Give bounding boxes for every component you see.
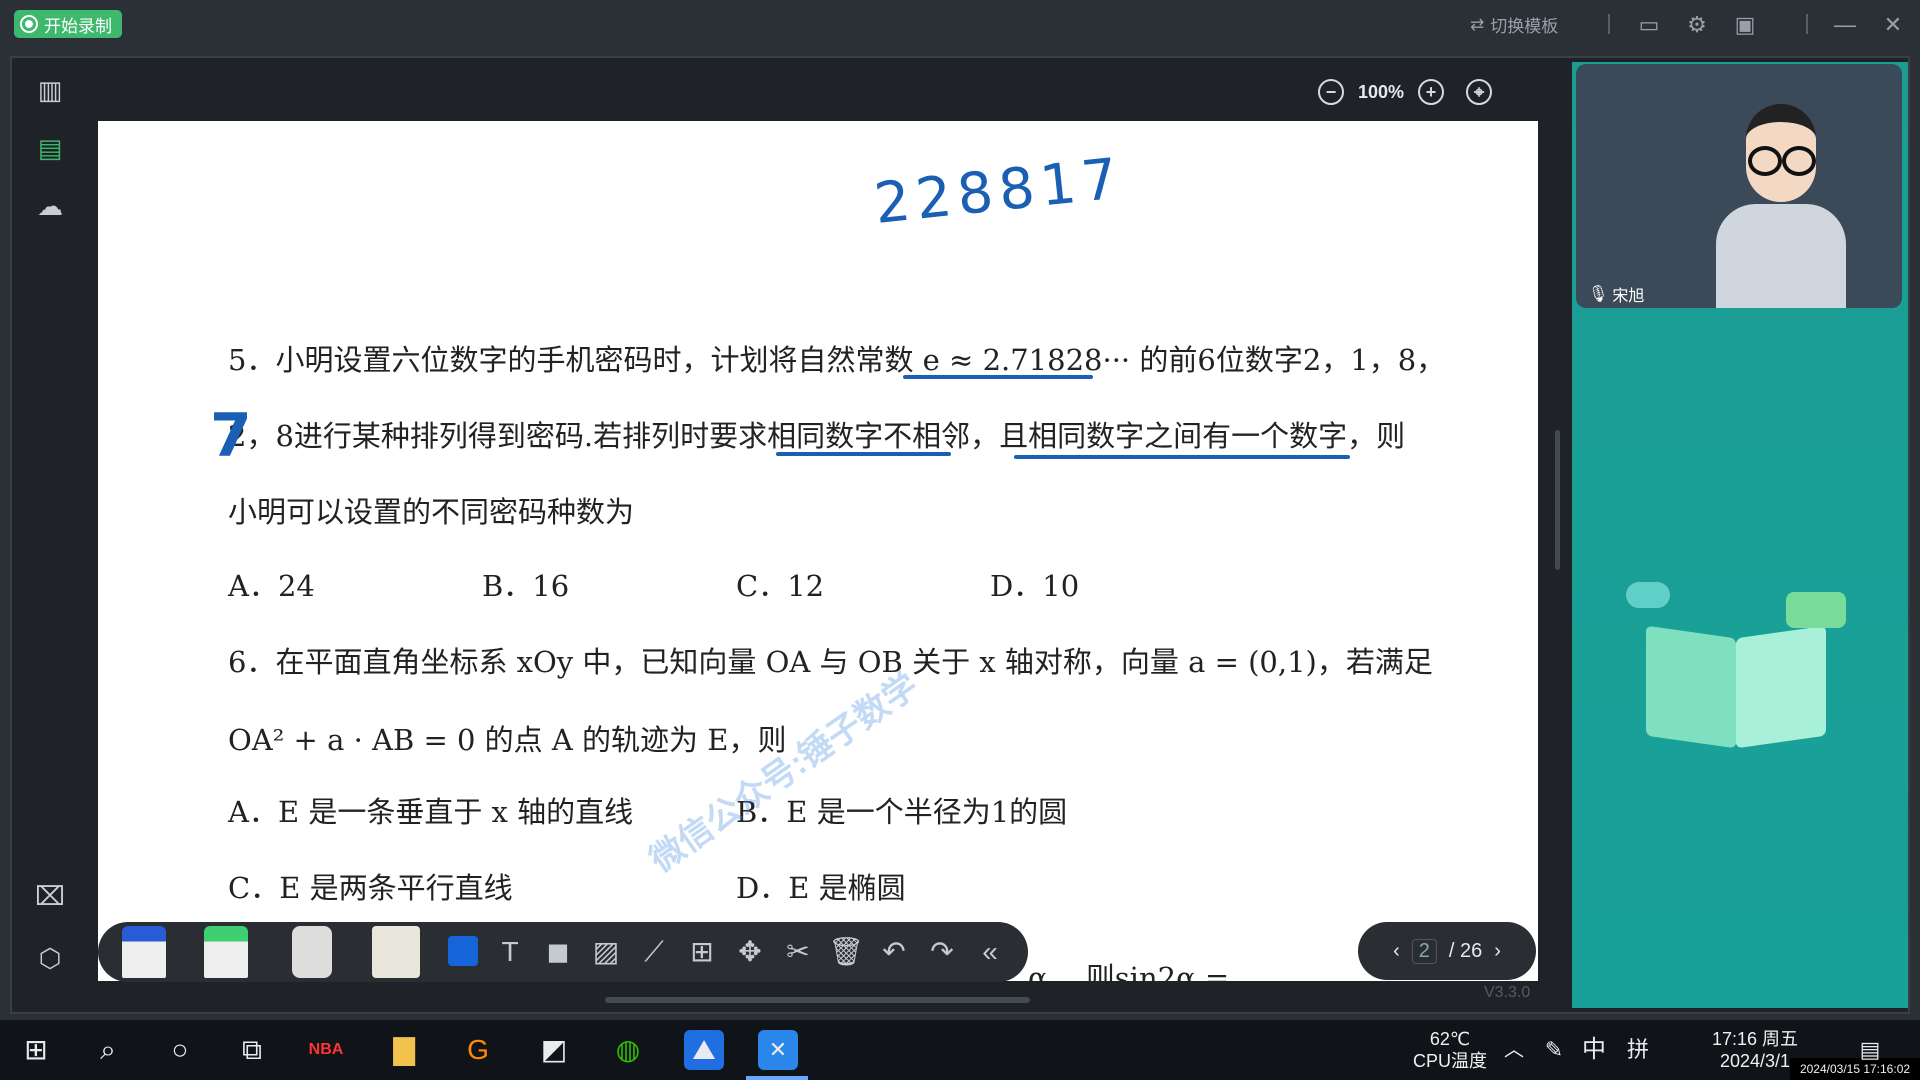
windows-taskbar: ⊞ ⌕ ○ ⧉ NBA ▇ G ◩ ◍ ⛰ ✕ 62℃ CPU温度 ︿ ✎ 中 … <box>0 1020 1920 1080</box>
switch-template-button[interactable]: ⇄ 切换模板 <box>1470 12 1558 37</box>
app-icon[interactable]: ◩ <box>534 1030 574 1070</box>
ime-label[interactable]: 中 <box>1574 1030 1614 1070</box>
locate-icon[interactable]: ⌖ <box>1466 79 1493 105</box>
q6-line1: 6．在平面直角坐标系 xOy 中，已知向量 OA 与 OB 关于 x 轴对称，向… <box>228 645 1433 679</box>
top-bar: 开始录制 ⇄ 切换模板 ▭ ⚙ ▣ — ✕ <box>0 0 1920 52</box>
record-icon <box>20 15 38 33</box>
active-app-indicator <box>746 1076 808 1080</box>
drawing-toolbar: T ◼ ▨ ⟋ ⊞ ✥ ✂ 🗑 ↶ ↷ « <box>98 922 1028 982</box>
monitor-icon[interactable]: ▣ <box>1732 12 1758 38</box>
ink-underline <box>776 452 951 456</box>
file-explorer-icon[interactable]: ▇ <box>384 1030 424 1070</box>
minimize-icon[interactable]: — <box>1832 12 1858 38</box>
hexagon-settings-icon[interactable]: ⬡ <box>32 940 68 976</box>
search-icon[interactable]: ⌕ <box>88 1030 128 1070</box>
move-tool-icon[interactable]: ✥ <box>730 932 770 972</box>
whiteboard-app-icon[interactable]: ⛰ <box>684 1030 724 1070</box>
active-app-icon[interactable]: ✕ <box>758 1030 798 1070</box>
divider <box>1608 14 1610 34</box>
cloud-icon[interactable]: ☁ <box>32 188 68 224</box>
eraser-block-icon[interactable] <box>372 926 420 978</box>
color-swatch[interactable] <box>448 936 478 966</box>
close-icon[interactable]: ✕ <box>1880 12 1906 38</box>
zoom-bar: − 100% + ⌖ <box>1318 76 1493 108</box>
list-icon[interactable]: ▤ <box>32 130 68 166</box>
teacher-video: 🎙 宋旭 <box>1576 64 1902 308</box>
pen-tool-icon[interactable] <box>122 926 166 978</box>
notification-icon[interactable]: ▤ <box>1850 1030 1890 1070</box>
library-icon[interactable]: ▥ <box>32 72 68 108</box>
next-question-partial: α， 则sin2α = <box>1028 961 1230 981</box>
total-pages: / 26 <box>1448 939 1483 962</box>
toolbox-icon[interactable]: ⌧ <box>32 878 68 914</box>
cortana-icon[interactable]: ○ <box>160 1030 200 1070</box>
book-illustration <box>1626 582 1846 762</box>
watermark: 微信公众号:锤子数学 <box>643 666 925 880</box>
current-page[interactable]: 2 <box>1411 938 1437 964</box>
ink-underline <box>1014 455 1350 459</box>
record-label: 开始录制 <box>44 16 112 36</box>
eraser-tool-icon[interactable] <box>292 926 332 978</box>
ime-mode-label[interactable]: 拼 <box>1618 1030 1658 1070</box>
handwritten-number: 228817 <box>871 146 1127 237</box>
switch-icon: ⇄ <box>1470 14 1485 34</box>
collapse-icon[interactable]: « <box>970 932 1010 972</box>
handwritten-digit: 7 <box>210 401 252 471</box>
tray-expand-icon[interactable]: ︿ <box>1494 1030 1534 1070</box>
vertical-scrollbar[interactable] <box>1555 430 1560 570</box>
text-tool-icon[interactable]: T <box>490 932 530 972</box>
q5-option-b: B．16 <box>482 569 570 603</box>
browser-icon[interactable]: G <box>458 1030 498 1070</box>
zoom-level: 100% <box>1358 81 1405 102</box>
q5-option-c: C．12 <box>736 569 825 603</box>
divider <box>1806 14 1808 34</box>
zoom-out-icon[interactable]: − <box>1318 79 1344 105</box>
teacher-label: 🎙 宋旭 <box>1588 282 1644 306</box>
q5-line2: 2，8进行某种排列得到密码.若排列时要求相同数字不相邻，且相同数字之间有一个数字… <box>228 419 1406 453</box>
scissors-icon[interactable]: ✂ <box>778 932 818 972</box>
shape-tool-icon[interactable]: ◼ <box>538 932 578 972</box>
q6-option-c: C．E 是两条平行直线 <box>228 871 513 905</box>
pen-icon[interactable]: ✎ <box>1534 1030 1574 1070</box>
ink-underline <box>903 375 1093 379</box>
version-label: V3.3.0 <box>1484 984 1531 1001</box>
image-tool-icon[interactable]: ▨ <box>586 932 626 972</box>
q5-option-a: A．24 <box>228 569 315 603</box>
undo-icon[interactable]: ↶ <box>874 932 914 972</box>
page-navigator: ‹ 2 / 26 › <box>1358 922 1536 980</box>
start-recording-button[interactable]: 开始录制 <box>14 10 122 38</box>
q5-option-d: D．10 <box>990 569 1080 603</box>
nba-app-icon[interactable]: NBA <box>306 1030 346 1070</box>
q6-option-a: A．E 是一条垂直于 x 轴的直线 <box>228 795 634 829</box>
zoom-in-icon[interactable]: + <box>1418 79 1445 105</box>
avatar <box>1716 94 1846 308</box>
add-tool-icon[interactable]: ⊞ <box>682 932 722 972</box>
highlighter-tool-icon[interactable] <box>204 926 248 978</box>
ruler-tool-icon[interactable]: ⟋ <box>634 932 674 972</box>
cpu-temp-label: CPU温度 <box>1412 1051 1487 1071</box>
switch-template-label: 切换模板 <box>1490 17 1559 36</box>
q6-line2: OA² + a · AB = 0 的点 A 的轨迹为 E，则 <box>228 723 787 757</box>
teacher-name: 宋旭 <box>1612 288 1645 305</box>
windows-start-icon[interactable]: ⊞ <box>16 1030 56 1070</box>
horizontal-scrollbar[interactable] <box>605 997 1030 1003</box>
redo-icon[interactable]: ↷ <box>922 932 962 972</box>
microphone-icon: 🎙 <box>1588 286 1609 303</box>
cpu-temp: 62℃ <box>1429 1029 1471 1049</box>
whiteboard-page[interactable]: 228817 5．小明设置六位数字的手机密码时，计划将自然常数 e ≈ 2.71… <box>98 121 1538 981</box>
wechat-icon[interactable]: ◍ <box>608 1030 648 1070</box>
task-view-icon[interactable]: ⧉ <box>232 1030 272 1070</box>
settings-icon[interactable]: ⚙ <box>1684 12 1710 38</box>
trash-icon[interactable]: 🗑 <box>826 932 866 972</box>
q5-line1: 5．小明设置六位数字的手机密码时，计划将自然常数 e ≈ 2.71828··· … <box>228 343 1446 377</box>
q5-line3: 小明可以设置的不同密码种数为 <box>228 495 635 529</box>
clock-time: 17:16 周五 <box>1711 1029 1799 1049</box>
left-sidebar: ▥ ▤ ☁ ⌧ ⬡ <box>12 58 86 1012</box>
next-page-icon[interactable]: › <box>1494 940 1501 963</box>
prev-page-icon[interactable]: ‹ <box>1393 940 1400 963</box>
q6-option-d: D．E 是椭圆 <box>736 871 906 905</box>
folder-icon[interactable]: ▭ <box>1636 12 1662 38</box>
